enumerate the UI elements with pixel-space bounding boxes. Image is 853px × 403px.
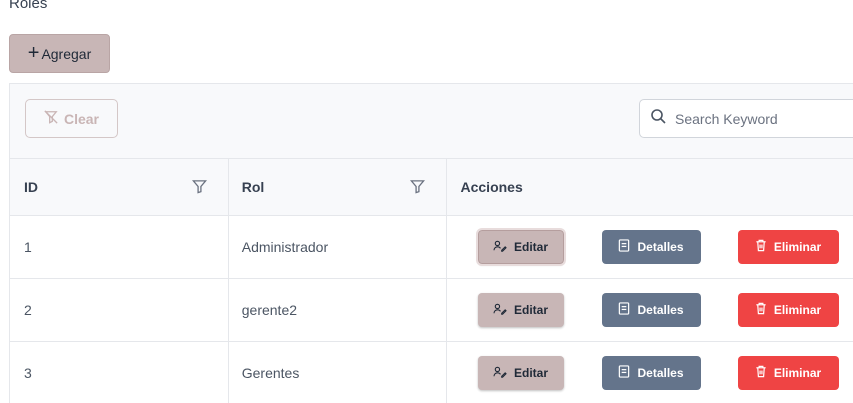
filter-icon[interactable]: [409, 179, 425, 197]
edit-button-label: Editar: [513, 240, 548, 254]
add-button[interactable]: + Agregar: [9, 34, 110, 73]
delete-button-label: Eliminar: [773, 366, 822, 380]
table-toolbar: Clear: [10, 84, 853, 159]
header-acciones-label: Acciones: [460, 179, 523, 195]
delete-button-label: Eliminar: [773, 303, 822, 317]
cell-rol: gerente2: [229, 279, 447, 341]
table-row: 2 gerente2 Editar Detalles Eliminar: [10, 279, 853, 342]
cell-acciones: Editar Detalles Eliminar: [447, 279, 853, 341]
cell-rol: Gerentes: [229, 342, 447, 403]
filter-icon[interactable]: [191, 179, 207, 197]
document-icon: [618, 302, 630, 318]
details-button[interactable]: Detalles: [601, 293, 701, 327]
header-id: ID: [10, 159, 229, 215]
roles-page: Roles + Agregar Clear Search Keyword ID …: [0, 0, 853, 403]
document-icon: [618, 365, 630, 381]
roles-table: Clear ID Rol: [9, 83, 853, 403]
trash-icon: [755, 239, 767, 255]
user-edit-icon: [493, 303, 507, 318]
details-button-label: Detalles: [637, 240, 684, 254]
document-icon: [618, 239, 630, 255]
user-edit-icon: [493, 240, 507, 255]
trash-icon: [755, 302, 767, 318]
details-button[interactable]: Detalles: [601, 230, 701, 264]
edit-button[interactable]: Editar: [477, 356, 564, 390]
clear-filter-button[interactable]: Clear: [25, 99, 118, 138]
search-icon: [650, 108, 666, 129]
user-edit-icon: [493, 366, 507, 381]
delete-button-label: Eliminar: [773, 240, 822, 254]
table-header-row: ID Rol Acciones: [10, 159, 853, 216]
trash-icon: [755, 365, 767, 381]
filter-slash-icon: [44, 110, 58, 127]
details-button-label: Detalles: [637, 303, 684, 317]
plus-icon: +: [27, 41, 40, 64]
delete-button[interactable]: Eliminar: [737, 356, 839, 390]
cell-id: 3: [10, 342, 229, 403]
table-row: 3 Gerentes Editar Detalles Eliminar: [10, 342, 853, 403]
delete-button[interactable]: Eliminar: [737, 230, 839, 264]
edit-button-label: Editar: [513, 366, 548, 380]
header-id-label: ID: [24, 179, 38, 195]
header-rol-label: Rol: [241, 179, 265, 195]
page-title: Roles: [9, 0, 48, 12]
add-button-label: Agregar: [41, 45, 92, 62]
header-acciones: Acciones: [447, 159, 853, 215]
delete-button[interactable]: Eliminar: [737, 293, 839, 327]
cell-acciones: Editar Detalles Eliminar: [447, 216, 853, 278]
details-button-label: Detalles: [637, 366, 684, 380]
details-button[interactable]: Detalles: [601, 356, 701, 390]
search-box[interactable]: [639, 99, 853, 138]
cell-id: 2: [10, 279, 229, 341]
table-row: 1 Administrador Editar Detalles Eliminar: [10, 216, 853, 279]
cell-rol: Administrador: [229, 216, 447, 278]
edit-button-label: Editar: [513, 303, 548, 317]
edit-button[interactable]: Editar: [475, 228, 566, 266]
edit-button[interactable]: Editar: [477, 293, 564, 327]
cell-acciones: Editar Detalles Eliminar: [447, 342, 853, 403]
search-input[interactable]: [675, 110, 845, 127]
clear-button-label: Clear: [63, 110, 100, 127]
header-rol: Rol: [229, 159, 447, 215]
cell-id: 1: [10, 216, 229, 278]
